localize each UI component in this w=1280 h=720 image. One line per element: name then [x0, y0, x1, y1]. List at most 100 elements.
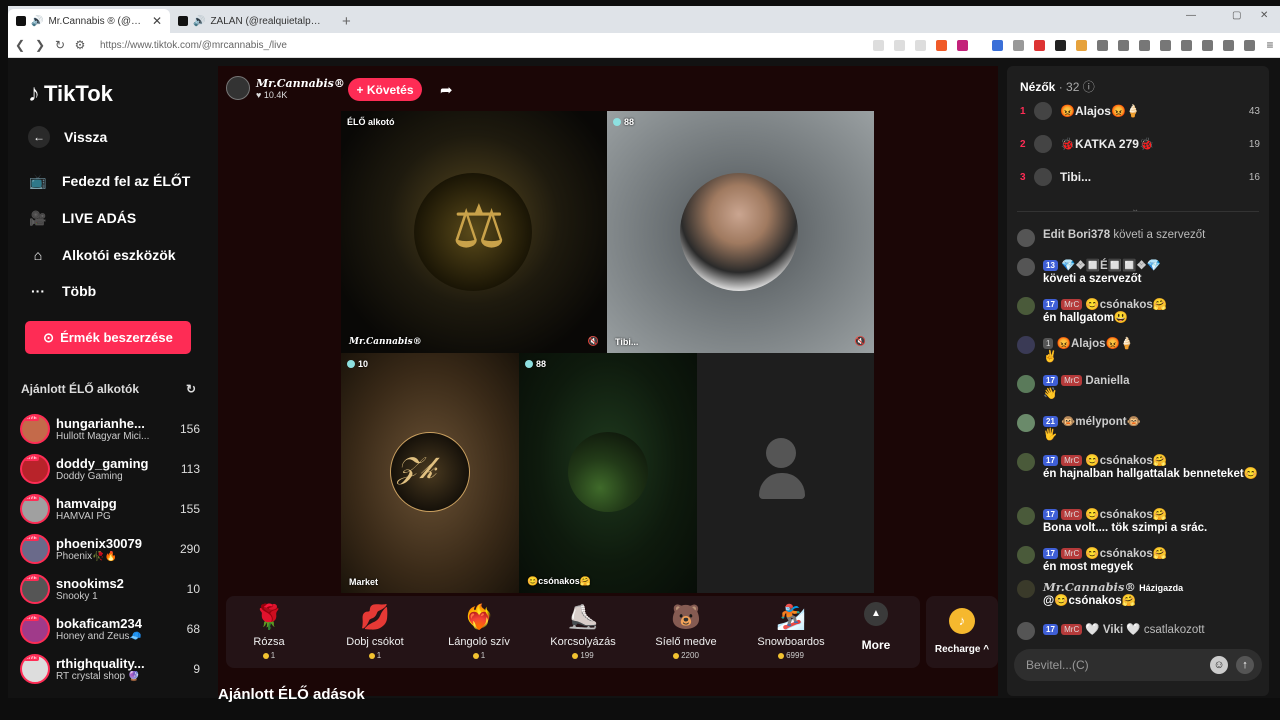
avatar[interactable] — [1034, 135, 1052, 153]
get-coins-button[interactable]: ⊙ Érmék beszerzése — [25, 321, 191, 354]
hls-icon[interactable] — [1034, 39, 1045, 51]
extension-icon[interactable] — [1013, 39, 1024, 51]
guest-cell-3[interactable]: 10 𝒵𝓀 Market — [341, 353, 519, 593]
chat-input[interactable]: Bevitel...(C) ☺ ↑ — [1014, 649, 1262, 681]
chevron-down-icon[interactable]: ⌄ — [1131, 204, 1139, 215]
suggested-creator-item[interactable]: LIVE hungarianhe... Hullott Magyar Mici...… — [20, 411, 200, 447]
top-viewer-row[interactable]: 1 😡Alajos😡🍦 43 — [1020, 100, 1260, 122]
sidebar-item-creator-tools[interactable]: ⌂ Alkotói eszközök — [28, 245, 176, 265]
tab-zalan[interactable]: 🔊 ZALÁN (@realquietalpha) — [170, 9, 332, 33]
recharge-button[interactable]: ♪ Recharge ^ — [926, 596, 998, 668]
extension-icon[interactable] — [1139, 39, 1150, 51]
brave-shield-icon[interactable] — [936, 39, 947, 51]
chat-username[interactable]: 😊csónakos🤗 — [1085, 299, 1167, 311]
gift-item[interactable]: ❤️‍🔥 Lángoló szív 1 — [434, 602, 524, 660]
suggested-creator-item[interactable]: LIVE snookims2 Snooky 1 10 — [20, 571, 200, 607]
chat-username[interactable]: 😊csónakos🤗 — [1085, 548, 1167, 560]
help-icon[interactable]: ⓘ — [1083, 80, 1095, 94]
emoji-icon[interactable]: ☺ — [1210, 656, 1228, 674]
chat-username[interactable]: Daniella — [1085, 375, 1129, 387]
url-field[interactable]: https://www.tiktok.com/@mrcannabis_/live — [100, 40, 868, 51]
vpn-icon[interactable] — [1244, 39, 1255, 51]
viewers-header[interactable]: Nézők · 32 ⓘ — [1020, 78, 1095, 95]
guest-cell-empty[interactable] — [697, 353, 874, 593]
chat-username[interactable]: Mr.Cannabis® — [1043, 580, 1136, 594]
ai-icon[interactable] — [1223, 39, 1234, 51]
refresh-icon[interactable]: ↻ — [186, 382, 196, 396]
avatar[interactable] — [1017, 580, 1035, 598]
restore-icon[interactable]: ▢ — [1232, 10, 1241, 21]
chat-username[interactable]: 💎❖🔲É🔲🔲❖💎 — [1061, 260, 1161, 272]
avatar[interactable] — [1017, 507, 1035, 525]
avatar[interactable] — [1017, 453, 1035, 471]
extension-icon[interactable] — [1076, 39, 1087, 51]
chat-username[interactable]: 🐵mélypont🐵 — [1061, 416, 1141, 428]
close-tab-icon[interactable]: ✕ — [152, 14, 162, 28]
site-info-icon[interactable]: ⚙ — [70, 38, 90, 52]
sidebar-item-explore-live[interactable]: 📺 Fedezd fel az ÉLŐT — [28, 171, 190, 191]
extension-icon[interactable] — [1118, 39, 1129, 51]
tiktok-logo[interactable]: ♪ TikTok — [28, 80, 113, 108]
sidebar-icon[interactable] — [1181, 39, 1192, 51]
suggested-creator-item[interactable]: LIVE rthighquality... RT crystal shop 🔮 9 — [20, 651, 200, 687]
translate-icon[interactable] — [873, 39, 884, 51]
follow-button[interactable]: + Követés — [348, 78, 422, 101]
avatar[interactable]: LIVE — [20, 654, 50, 684]
reload-icon[interactable]: ↻ — [50, 38, 70, 52]
suggested-creator-item[interactable]: LIVE doddy_gaming Doddy Gaming 113 — [20, 451, 200, 487]
avatar[interactable]: LIVE — [20, 414, 50, 444]
send-icon[interactable]: ↑ — [1236, 656, 1254, 674]
suggested-creator-item[interactable]: LIVE phoenix30079 Phoenix🥀🔥 290 — [20, 531, 200, 567]
host-info[interactable]: Mr.Cannabis® ♥ 10.4K — [226, 76, 345, 100]
chat-username[interactable]: 😡Alajos😡🍦 — [1057, 338, 1134, 350]
back-nav[interactable]: ← Vissza — [28, 126, 107, 148]
sidebar-item-more[interactable]: ··· Több — [28, 281, 96, 301]
chat-username[interactable]: 😊csónakos🤗 — [1085, 455, 1167, 467]
avatar[interactable] — [1017, 414, 1035, 432]
gift-item[interactable]: 🌹 Rózsa 1 — [224, 602, 314, 660]
extension-icon[interactable] — [1055, 39, 1066, 51]
tab-mrcannabis[interactable]: 🔊 Mr.Cannabis ® (@mrcannabis ✕ — [8, 9, 170, 33]
guest-cell-4[interactable]: 88 😊csónakos🤗 — [519, 353, 697, 593]
wallet-icon[interactable] — [1202, 39, 1213, 51]
avatar[interactable]: LIVE — [20, 614, 50, 644]
avatar[interactable]: LIVE — [20, 454, 50, 484]
host-avatar[interactable] — [226, 76, 250, 100]
avatar[interactable] — [1034, 168, 1052, 186]
forward-icon[interactable]: ❯ — [30, 38, 50, 52]
new-tab-button[interactable]: + — [332, 9, 361, 33]
guest-cell-host[interactable]: ÉLŐ alkotó ⚖ Mr.Cannabis® 🔇 — [341, 111, 607, 353]
gift-item[interactable]: 💋 Dobj csókot 1 — [330, 602, 420, 660]
top-viewer-row[interactable]: 2 🐞KATKA 279🐞 19 — [1020, 133, 1260, 155]
avatar[interactable] — [1017, 336, 1035, 354]
avatar[interactable] — [1017, 375, 1035, 393]
suggested-creator-item[interactable]: LIVE hamvaipg HAMVAI PG 155 — [20, 491, 200, 527]
chat-username[interactable]: 🤍 Viki 🤍 — [1085, 624, 1140, 636]
extension-icon[interactable] — [992, 39, 1003, 51]
minimize-icon[interactable]: — — [1186, 10, 1196, 21]
suggested-creator-item[interactable]: LIVE bokaficam234 Honey and Zeus🧢 68 — [20, 611, 200, 647]
more-gifts-button[interactable]: ▲ More — [856, 602, 896, 652]
top-viewer-row[interactable]: 3 Tibi... 16 — [1020, 166, 1260, 188]
back-icon[interactable]: ❮ — [10, 38, 30, 52]
avatar[interactable] — [1017, 297, 1035, 315]
chat-username[interactable]: 😊csónakos🤗 — [1085, 509, 1167, 521]
avatar[interactable] — [1034, 102, 1052, 120]
share-icon[interactable]: ➦ — [440, 81, 453, 99]
gift-item[interactable]: ⛸️ Korcsolyázás 199 — [538, 602, 628, 660]
chat-username[interactable]: Edit Bori378 — [1043, 229, 1110, 241]
guest-cell-2[interactable]: 88 Tibi... 🔇 — [607, 111, 874, 353]
menu-icon[interactable]: ≡ — [1260, 38, 1280, 52]
music-icon[interactable] — [1160, 39, 1171, 51]
gift-item[interactable]: 🐻 Síelő medve 2200 — [641, 602, 731, 660]
avatar[interactable] — [1017, 546, 1035, 564]
rewards-icon[interactable] — [957, 39, 968, 51]
avatar[interactable]: LIVE — [20, 534, 50, 564]
zoom-icon[interactable] — [894, 39, 905, 51]
close-window-icon[interactable]: ✕ — [1260, 10, 1268, 21]
gift-item[interactable]: 🏂 Snowboardos 6999 — [746, 602, 836, 660]
avatar[interactable]: LIVE — [20, 494, 50, 524]
sidebar-item-live-studio[interactable]: 🎥 LIVE ADÁS — [28, 208, 136, 228]
host-name[interactable]: Mr.Cannabis® — [256, 77, 345, 90]
avatar[interactable]: LIVE — [20, 574, 50, 604]
